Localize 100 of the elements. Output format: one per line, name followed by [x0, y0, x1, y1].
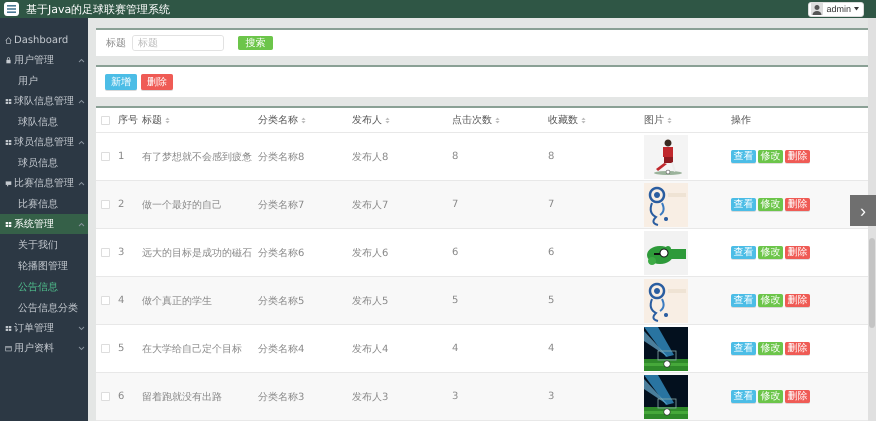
table-cell: 发布人7	[352, 200, 388, 210]
submenu-item[interactable]: 用户	[0, 70, 88, 91]
view-button[interactable]: 查看	[731, 150, 756, 163]
table-cell: 分类名称7	[258, 200, 304, 210]
table-cell: 4	[548, 343, 554, 354]
edit-button[interactable]: 修改	[758, 342, 783, 355]
menu-item[interactable]: 用户资料	[0, 338, 88, 358]
table-cell: 2	[118, 199, 124, 210]
table-cell: 4	[452, 343, 458, 354]
lock-icon	[5, 56, 12, 64]
checkbox[interactable]	[101, 344, 110, 353]
menu-icon[interactable]	[4, 2, 19, 16]
table-cell: 4	[118, 295, 124, 306]
delete-button[interactable]: 删除	[141, 74, 173, 90]
table-cell: 1	[118, 151, 124, 162]
sort-icon[interactable]	[581, 116, 586, 124]
submenu-item[interactable]: 公告信息	[0, 276, 88, 297]
menu-item[interactable]: 比赛信息管理	[0, 173, 88, 193]
next-button[interactable]: ›	[850, 195, 876, 226]
delete-button[interactable]: 删除	[785, 150, 810, 163]
table-cell: 5	[548, 295, 554, 306]
view-button[interactable]: 查看	[731, 198, 756, 211]
table-cell: 分类名称5	[258, 296, 304, 306]
submenu-item[interactable]: 球队信息	[0, 111, 88, 132]
column-header: 图片	[644, 114, 664, 127]
delete-button[interactable]: 删除	[785, 198, 810, 211]
grid-icon	[5, 98, 12, 104]
sort-icon[interactable]	[165, 116, 170, 124]
checkbox[interactable]	[101, 200, 110, 209]
document-icon	[5, 344, 12, 352]
table-cell: 7	[452, 199, 458, 210]
delete-button[interactable]: 删除	[785, 390, 810, 403]
table-cell: 发布人6	[352, 248, 388, 258]
table-cell: 3	[118, 247, 124, 258]
table-cell: 5	[452, 295, 458, 306]
menu-item[interactable]: Dashboard	[0, 30, 88, 50]
table-cell: 分类名称4	[258, 344, 304, 354]
card-icon	[5, 180, 12, 186]
table-cell: 做个真正的学生	[142, 296, 212, 306]
home-icon	[5, 36, 12, 44]
table-cell: 6	[118, 391, 124, 402]
table-cell: 3	[548, 391, 554, 402]
user-menu[interactable]: admin	[808, 2, 864, 16]
column-header: 序号	[118, 114, 138, 127]
table-cell: 发布人5	[352, 296, 388, 306]
scrollbar-thumb[interactable]	[869, 238, 875, 328]
table-cell: 分类名称3	[258, 392, 304, 402]
table-cell: 有了梦想就不会感到疲惫	[142, 152, 252, 162]
grid-icon	[5, 220, 12, 228]
edit-button[interactable]: 修改	[758, 246, 783, 259]
table-cell: 8	[452, 151, 458, 162]
sort-icon[interactable]	[495, 116, 500, 124]
menu-item[interactable]: 订单管理	[0, 318, 88, 338]
edit-button[interactable]: 修改	[758, 294, 783, 307]
menu-item[interactable]: 用户管理	[0, 50, 88, 70]
table-cell: 远大的目标是成功的磁石	[142, 248, 252, 258]
column-header: 标题	[142, 114, 162, 127]
view-button[interactable]: 查看	[731, 342, 756, 355]
submenu-item[interactable]: 关于我们	[0, 234, 88, 255]
sort-icon[interactable]	[667, 116, 672, 124]
delete-button[interactable]: 删除	[785, 246, 810, 259]
submenu-item[interactable]: 轮播图管理	[0, 255, 88, 276]
edit-button[interactable]: 修改	[758, 390, 783, 403]
sort-icon[interactable]	[301, 116, 306, 124]
checkbox[interactable]	[101, 116, 110, 124]
delete-button[interactable]: 删除	[785, 294, 810, 307]
field-label: 标题	[106, 36, 126, 50]
caret-icon	[854, 7, 859, 11]
menu-item[interactable]: 球员信息管理	[0, 132, 88, 152]
table-cell: 7	[548, 199, 554, 210]
table-cell: 3	[452, 391, 458, 402]
table-cell: 8	[548, 151, 554, 162]
checkbox[interactable]	[101, 152, 110, 161]
delete-button[interactable]: 删除	[785, 342, 810, 355]
column-header: 点击次数	[452, 114, 492, 127]
sort-icon[interactable]	[385, 116, 390, 124]
submenu-item[interactable]: 球员信息	[0, 152, 88, 173]
view-button[interactable]: 查看	[731, 246, 756, 259]
checkbox[interactable]	[101, 296, 110, 305]
view-button[interactable]: 查看	[731, 294, 756, 307]
submenu-item[interactable]: 比赛信息	[0, 193, 88, 214]
menu-item[interactable]: 系统管理	[0, 214, 88, 234]
column-header: 分类名称	[258, 114, 298, 127]
table-cell: 发布人8	[352, 152, 388, 162]
table-cell: 发布人3	[352, 392, 388, 402]
checkbox[interactable]	[101, 392, 110, 401]
search-field[interactable]: 标题	[132, 35, 224, 52]
edit-button[interactable]: 修改	[758, 150, 783, 163]
table-cell: 6	[548, 247, 554, 258]
search-button[interactable]: 搜索	[238, 36, 273, 50]
view-button[interactable]: 查看	[731, 390, 756, 403]
table-cell: 留着跑就没有出路	[142, 392, 222, 402]
table-cell: 做一个最好的自己	[142, 200, 222, 210]
app-title: 基于Java的足球联赛管理系统	[26, 2, 172, 16]
menu-item[interactable]: 球队信息管理	[0, 91, 88, 111]
add-button[interactable]: 新增	[105, 74, 137, 90]
table-cell: 6	[452, 247, 458, 258]
checkbox[interactable]	[101, 248, 110, 257]
edit-button[interactable]: 修改	[758, 198, 783, 211]
submenu-item[interactable]: 公告信息分类	[0, 297, 88, 318]
